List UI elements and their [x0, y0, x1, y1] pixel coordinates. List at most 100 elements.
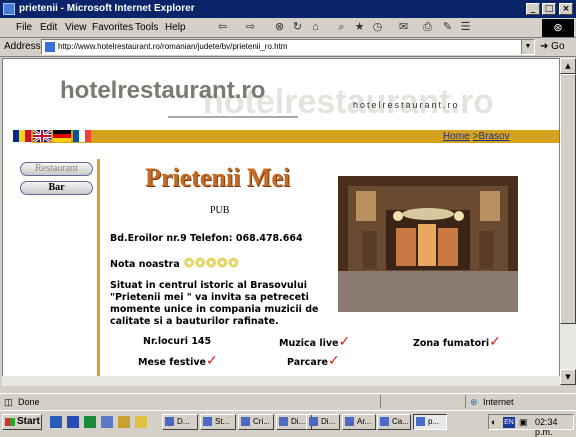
vertical-scrollbar[interactable]: ▲ ▼ — [560, 58, 576, 385]
rating-row: Nota noastra ✪✪✪✪✪ — [110, 256, 238, 270]
security-zone: Internet — [483, 397, 514, 407]
edit-icon[interactable]: ✎ — [440, 20, 455, 35]
clock[interactable]: 02:34 p.m. — [535, 417, 573, 437]
logo-underline — [168, 116, 298, 118]
star-icon: ✪ — [206, 256, 217, 270]
status-divider — [380, 395, 381, 408]
feature-smoking-label: Zona fumatori — [413, 338, 490, 349]
site-logo[interactable]: hotelrestaurant.ro — [60, 77, 265, 105]
taskbar-item[interactable]: D... — [162, 414, 198, 430]
maximize-button[interactable]: □ — [542, 3, 556, 15]
status-text: Done — [18, 397, 40, 407]
home-icon[interactable]: ⌂ — [308, 20, 323, 35]
page-viewport[interactable]: hotelrestaurant.ro hotelrestaurant.ro ho… — [2, 58, 560, 385]
flag-france-icon[interactable] — [73, 130, 91, 142]
menu-help[interactable]: Help — [165, 22, 186, 33]
taskbar-item[interactable]: Di... — [306, 414, 340, 430]
page-icon — [45, 42, 55, 52]
check-icon: ✓ — [338, 334, 351, 350]
taskbar-item-label: Ar... — [357, 417, 372, 426]
search-icon[interactable]: ⌕ — [334, 20, 349, 35]
window-icon — [345, 417, 354, 426]
back-icon[interactable]: ⇦ — [215, 20, 230, 35]
chevron-down-icon[interactable]: ▼ — [521, 40, 534, 54]
folder-icon[interactable] — [118, 416, 130, 428]
refresh-icon[interactable]: ↻ — [290, 20, 305, 35]
scroll-thumb[interactable] — [560, 74, 576, 324]
feature-parking: Parcare✓ — [287, 353, 340, 369]
taskbar-item[interactable]: St... — [200, 414, 236, 430]
taskbar-item-label: D... — [177, 417, 190, 426]
print-icon[interactable]: ⎙ — [420, 20, 435, 35]
address-bar: Address http://www.hotelrestaurant.ro/ro… — [0, 38, 576, 57]
flag-romania-icon[interactable] — [13, 130, 31, 142]
menu-file[interactable]: File — [16, 22, 32, 33]
go-label: Go — [551, 41, 565, 52]
address-input[interactable]: http://www.hotelrestaurant.ro/romanian/j… — [41, 39, 535, 55]
content-divider — [97, 159, 100, 384]
word-icon[interactable] — [67, 416, 79, 428]
breadcrumb-home[interactable]: Home — [443, 131, 470, 142]
window-titlebar[interactable]: prietenii - Microsoft Internet Explorer … — [0, 0, 576, 18]
taskbar-item[interactable]: Ca... — [377, 414, 411, 430]
status-divider — [465, 395, 466, 408]
close-button[interactable]: × — [559, 3, 573, 15]
pencil-icon[interactable] — [135, 416, 147, 428]
taskbar-item[interactable]: Cri... — [238, 414, 274, 430]
check-icon: ✓ — [327, 353, 340, 369]
history-icon[interactable]: ◷ — [370, 20, 385, 35]
menu-favorites[interactable]: Favorites — [92, 22, 133, 33]
language-indicator[interactable]: EN — [503, 417, 515, 428]
taskbar-item-label: St... — [215, 417, 230, 426]
excel-icon[interactable] — [84, 416, 96, 428]
status-bar: ◫ Done ⊕ Internet — [0, 393, 576, 409]
globe-icon: ⊕ — [470, 397, 478, 407]
mail-icon[interactable]: ✉ — [396, 20, 411, 35]
window-icon — [309, 417, 318, 426]
system-tray: ◐ EN ▣ 02:34 p.m. — [488, 414, 574, 437]
taskbar-item[interactable]: Ar... — [342, 414, 376, 430]
menu-edit[interactable]: Edit — [40, 22, 57, 33]
window-icon — [241, 417, 250, 426]
menu-bar: File Edit View Favorites Tools Help ⇦ ⇨ … — [0, 18, 576, 38]
favorites-icon[interactable]: ★ — [352, 20, 367, 35]
outlook-icon[interactable] — [101, 416, 113, 428]
window-title: prietenii - Microsoft Internet Explorer — [19, 3, 195, 14]
horizontal-scrollbar[interactable] — [2, 376, 560, 386]
start-button[interactable]: Start — [2, 414, 42, 430]
nav-restaurant-button[interactable]: Restaurant — [20, 162, 93, 176]
speaker-icon[interactable]: ◐ — [491, 417, 496, 427]
star-icon: ✪ — [195, 256, 206, 270]
feature-smoking: Zona fumatori✓ — [413, 334, 501, 350]
breadcrumb-city[interactable]: Brasov — [479, 131, 510, 142]
check-icon: ✓ — [205, 353, 218, 369]
feature-live-music: Muzica live✓ — [279, 334, 350, 350]
taskbar-item-active[interactable]: p... — [413, 414, 447, 430]
ie-launch-icon[interactable] — [50, 416, 62, 428]
venue-description: Situat in centrul istoric al Brasovului … — [110, 280, 319, 327]
check-icon: ✓ — [489, 334, 501, 350]
scroll-down-icon[interactable]: ▼ — [560, 369, 576, 385]
menu-view[interactable]: View — [65, 22, 87, 33]
rating-label: Nota noastra — [110, 259, 180, 270]
forward-icon[interactable]: ⇨ — [243, 20, 258, 35]
taskbar: Start D... St... Cri... Di... Di... Ar..… — [0, 410, 576, 437]
ie-logo: ⊛ — [542, 19, 574, 37]
menu-tools[interactable]: Tools — [135, 22, 158, 33]
flag-uk-icon[interactable] — [33, 130, 51, 142]
address-label: Address — [4, 41, 41, 52]
feature-live-music-label: Muzica live — [279, 338, 339, 349]
scroll-up-icon[interactable]: ▲ — [560, 58, 576, 74]
nav-bar-button[interactable]: Bar — [20, 181, 93, 195]
stop-icon[interactable]: ⊗ — [272, 20, 287, 35]
venue-photo — [338, 176, 518, 312]
venue-title: Prietenii Mei — [145, 163, 291, 192]
taskbar-item-label: Di... — [321, 417, 336, 426]
flag-germany-icon[interactable] — [53, 130, 71, 142]
window-icon — [380, 417, 389, 426]
network-icon[interactable]: ▣ — [519, 417, 528, 428]
discuss-icon[interactable]: ☰ — [458, 20, 473, 35]
minimize-button[interactable]: _ — [526, 3, 540, 15]
go-button[interactable]: ➜ Go — [540, 41, 565, 52]
ie-icon — [3, 3, 15, 15]
